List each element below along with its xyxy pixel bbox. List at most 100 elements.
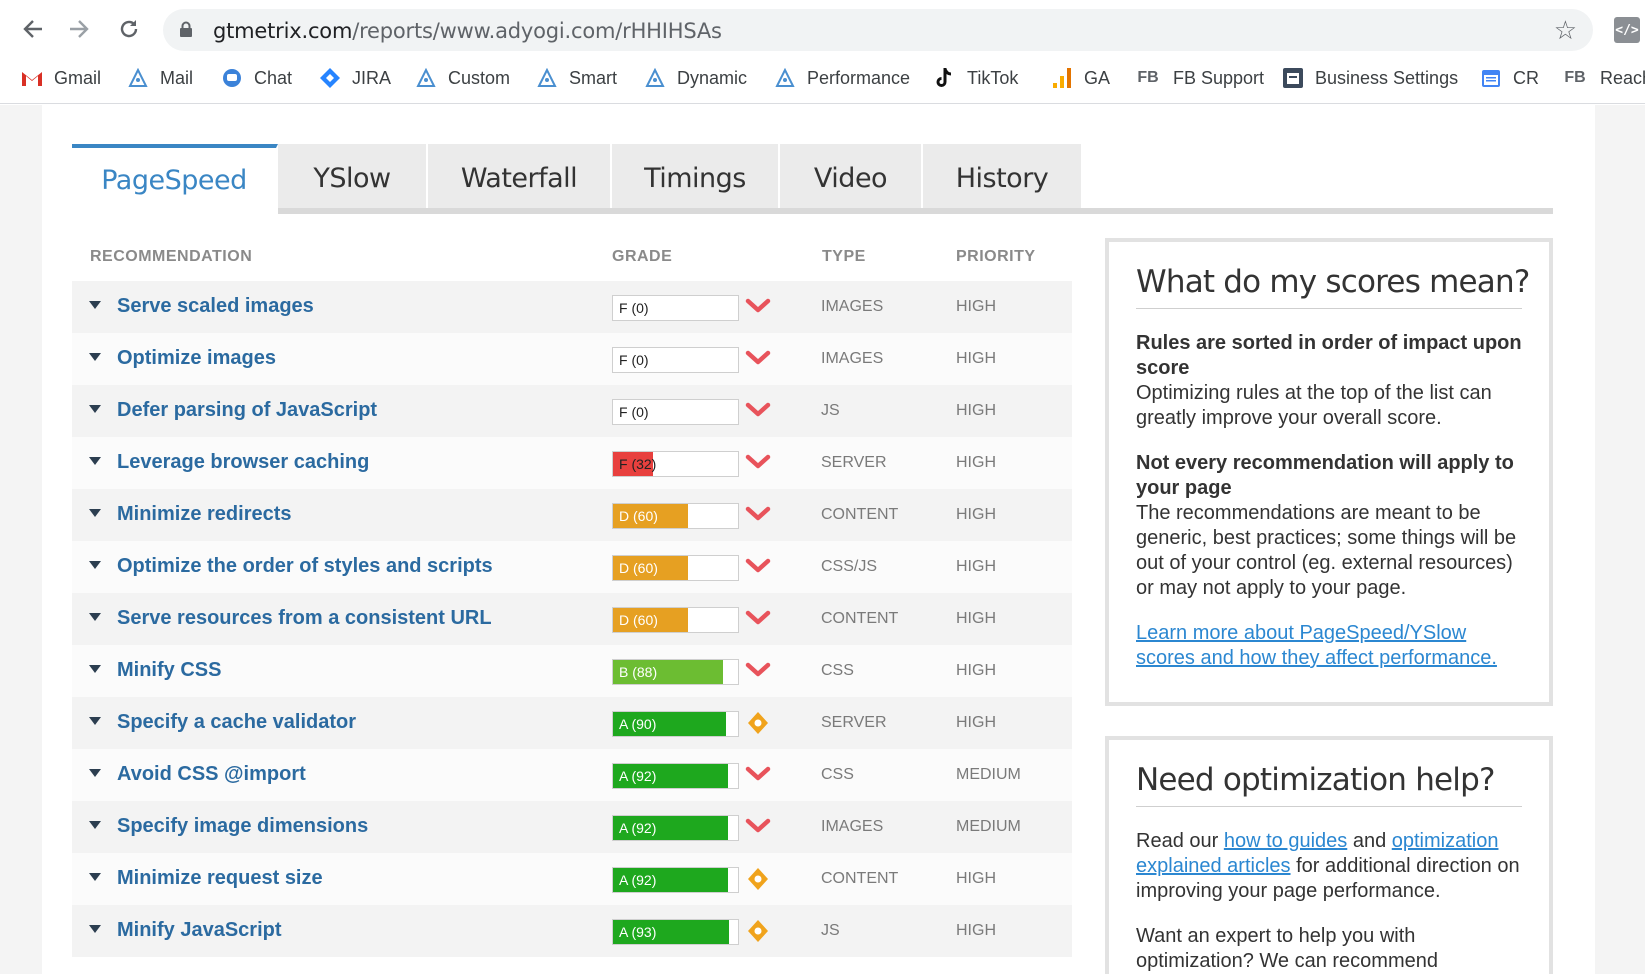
recommendation-link[interactable]: Minimize request size: [117, 867, 323, 890]
trend-down-icon: [745, 766, 771, 781]
priority-cell: HIGH: [956, 662, 996, 679]
type-cell: JS: [821, 922, 840, 939]
table-row[interactable]: Minify CSS B (88) CSS HIGH: [72, 645, 1072, 697]
grade-label: D (60): [619, 612, 658, 628]
scores-paragraph-2: Not every recommendation will apply to y…: [1136, 451, 1522, 601]
table-row[interactable]: Leverage browser caching F (32) SERVER HIGH: [72, 437, 1072, 489]
bookmark-ga[interactable]: GA: [1050, 62, 1110, 94]
help-box-title: Need optimization help?: [1136, 762, 1522, 807]
browser-chrome: gtmetrix.com/reports/www.adyogi.com/rHHI…: [0, 0, 1645, 104]
tab-yslow[interactable]: YSlow: [278, 144, 428, 212]
tab-history[interactable]: History: [923, 144, 1083, 212]
tab-pagespeed[interactable]: PageSpeed: [72, 144, 278, 212]
tab-video[interactable]: Video: [780, 144, 923, 212]
extension-icon[interactable]: </>: [1614, 17, 1640, 43]
header-priority[interactable]: PRIORITY: [956, 248, 1036, 266]
bookmark-custom[interactable]: Custom: [414, 62, 510, 94]
back-arrow-icon[interactable]: [16, 12, 50, 46]
chat-icon: [220, 66, 244, 90]
expand-caret-icon[interactable]: [89, 561, 101, 569]
recommendation-link[interactable]: Serve resources from a consistent URL: [117, 607, 492, 630]
tab-waterfall[interactable]: Waterfall: [428, 144, 612, 212]
expand-caret-icon[interactable]: [89, 873, 101, 881]
expand-caret-icon[interactable]: [89, 665, 101, 673]
forward-arrow-icon[interactable]: [62, 12, 96, 46]
lock-icon: [180, 21, 192, 37]
bookmark-smart[interactable]: Smart: [535, 62, 617, 94]
bookmarks-bar: Gmail Mail Chat JIRA Custom Smart Dynami…: [0, 62, 1645, 94]
recommendation-link[interactable]: Minimize redirects: [117, 503, 292, 526]
table-row[interactable]: Serve resources from a consistent URL D (…: [72, 593, 1072, 645]
grade-label: F (0): [619, 352, 649, 368]
trend-down-icon: [745, 558, 771, 573]
bookmark-gmail[interactable]: Gmail: [20, 62, 101, 94]
recommendation-link[interactable]: Serve scaled images: [117, 295, 314, 318]
table-row[interactable]: Avoid CSS @import A (92) CSS MEDIUM: [72, 749, 1072, 801]
recommendation-link[interactable]: Avoid CSS @import: [117, 763, 306, 786]
bookmark-business-settings[interactable]: Business Settings: [1281, 62, 1458, 94]
bookmark-cr[interactable]: CR: [1479, 62, 1539, 94]
table-row[interactable]: Optimize the order of styles and scripts…: [72, 541, 1072, 593]
help-paragraph-2: Want an expert to help you with optimiza…: [1136, 925, 1438, 972]
table-row[interactable]: Specify image dimensions A (92) IMAGES MEDI…: [72, 801, 1072, 853]
recommendation-link[interactable]: Minify CSS: [117, 659, 221, 682]
bookmark-mail[interactable]: Mail: [126, 62, 193, 94]
recommendation-link[interactable]: Defer parsing of JavaScript: [117, 399, 377, 422]
recommendation-link[interactable]: Specify a cache validator: [117, 711, 356, 734]
table-row[interactable]: Minimize request size A (92) CONTENT HIGH: [72, 853, 1072, 905]
bookmark-icon: [126, 66, 150, 90]
bookmark-label: Gmail: [54, 67, 102, 88]
bookmark-reach[interactable]: FB Reach: [1560, 62, 1645, 94]
url-text[interactable]: gtmetrix.com/reports/www.adyogi.com/rHHI…: [213, 19, 722, 43]
recommendation-link[interactable]: Optimize the order of styles and scripts: [117, 555, 493, 578]
expand-caret-icon[interactable]: [89, 717, 101, 725]
expand-caret-icon[interactable]: [89, 509, 101, 517]
address-bar[interactable]: gtmetrix.com/reports/www.adyogi.com/rHHI…: [163, 9, 1593, 51]
header-recommendation[interactable]: RECOMMENDATION: [90, 248, 252, 266]
type-cell: CSS: [821, 766, 854, 783]
expand-caret-icon[interactable]: [89, 821, 101, 829]
scores-p1-heading: Rules are sorted in order of impact upon…: [1136, 332, 1522, 379]
scores-info-box: What do my scores mean? Rules are sorted…: [1105, 238, 1553, 706]
recommendation-link[interactable]: Optimize images: [117, 347, 276, 370]
header-type[interactable]: TYPE: [822, 248, 866, 266]
recommendation-link[interactable]: Minify JavaScript: [117, 919, 282, 942]
bookmark-label: FB Support: [1173, 67, 1265, 88]
grade-label: B (88): [619, 664, 658, 680]
trend-down-icon: [745, 402, 771, 417]
recommendation-link[interactable]: Specify image dimensions: [117, 815, 368, 838]
bookmark-tiktok[interactable]: TikTok: [933, 62, 1018, 94]
grade-bar: A (90): [612, 711, 739, 737]
table-row[interactable]: Defer parsing of JavaScript F (0) JS HIGH: [72, 385, 1072, 437]
table-row[interactable]: Serve scaled images F (0) IMAGES HIGH: [72, 281, 1072, 333]
bookmark-dynamic[interactable]: Dynamic: [643, 62, 747, 94]
how-to-guides-link[interactable]: how to guides: [1224, 830, 1347, 852]
expand-caret-icon[interactable]: [89, 925, 101, 933]
recommendation-link[interactable]: Leverage browser caching: [117, 451, 369, 474]
bookmark-jira[interactable]: JIRA: [318, 62, 391, 94]
bookmark-performance[interactable]: Performance: [773, 62, 910, 94]
expand-caret-icon[interactable]: [89, 353, 101, 361]
bookmark-label: Performance: [807, 67, 911, 88]
learn-more-link[interactable]: Learn more about PageSpeed/YSlow scores …: [1136, 622, 1497, 669]
reload-icon[interactable]: [112, 12, 146, 46]
expand-caret-icon[interactable]: [89, 769, 101, 777]
expand-caret-icon[interactable]: [89, 405, 101, 413]
table-row[interactable]: Optimize images F (0) IMAGES HIGH: [72, 333, 1072, 385]
tiktok-icon: [933, 66, 957, 90]
grade-bar: A (93): [612, 919, 739, 945]
expand-caret-icon[interactable]: [89, 301, 101, 309]
table-row[interactable]: Minimize redirects D (60) CONTENT HIGH: [72, 489, 1072, 541]
header-grade[interactable]: GRADE: [612, 248, 672, 266]
bookmark-label: JIRA: [352, 67, 392, 88]
bookmark-star-icon[interactable]: ☆: [1554, 15, 1577, 46]
grade-label: F (32): [619, 456, 657, 472]
table-row[interactable]: Specify a cache validator A (90) SERVER HIG…: [72, 697, 1072, 749]
priority-cell: HIGH: [956, 922, 996, 939]
tab-timings[interactable]: Timings: [612, 144, 780, 212]
expand-caret-icon[interactable]: [89, 457, 101, 465]
expand-caret-icon[interactable]: [89, 613, 101, 621]
bookmark-chat[interactable]: Chat: [220, 62, 292, 94]
table-row[interactable]: Minify JavaScript A (93) JS HIGH: [72, 905, 1072, 957]
bookmark-fb-support[interactable]: FB FB Support: [1133, 62, 1264, 94]
